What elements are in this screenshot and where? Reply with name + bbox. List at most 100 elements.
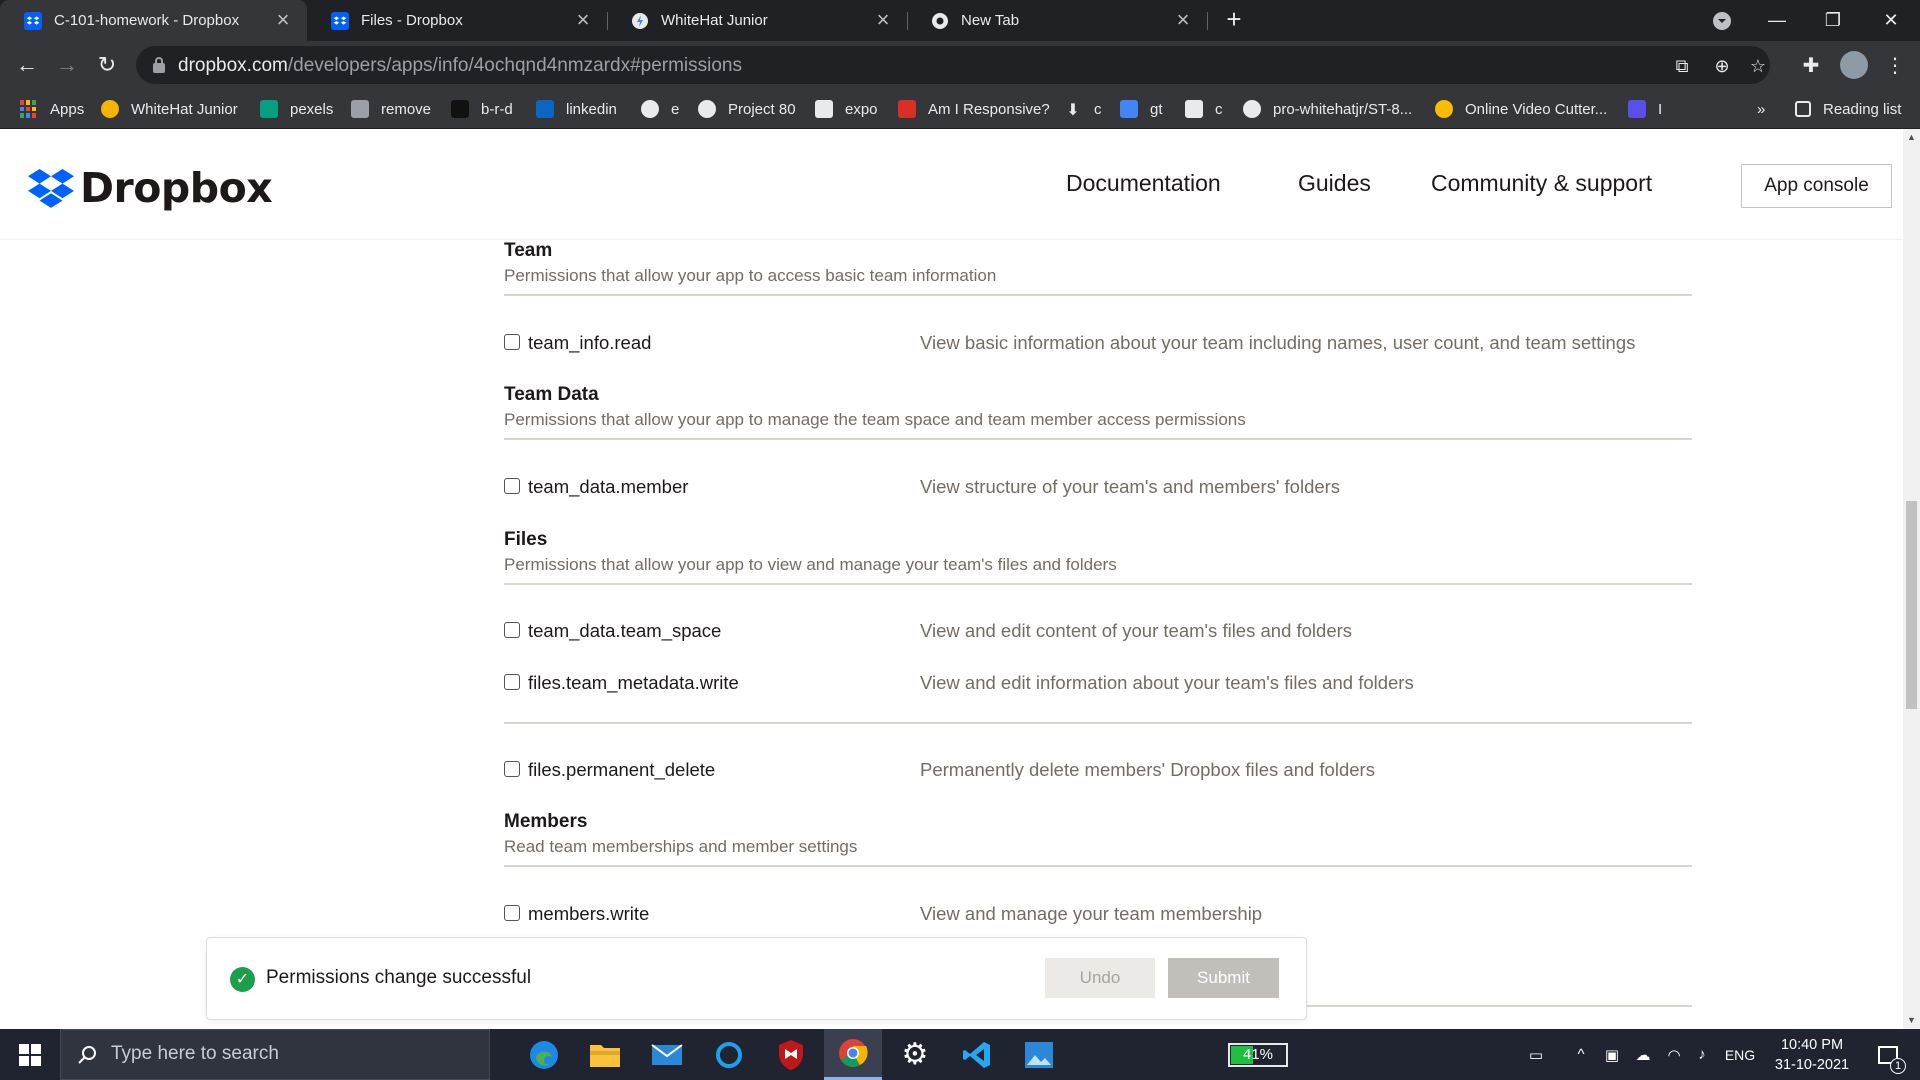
- tab-c101-homework[interactable]: C-101-homework - Dropbox ×: [0, 0, 307, 41]
- clock-date: 31-10-2021: [1774, 1057, 1850, 1073]
- reading-list-icon: [1795, 101, 1811, 117]
- reading-list-button[interactable]: Reading list: [1795, 89, 1901, 129]
- permission-row-team-data-member: team_data.member View structure of your …: [504, 476, 1692, 500]
- permission-checkbox[interactable]: [504, 334, 520, 350]
- chrome-icon: [839, 1039, 868, 1067]
- address-bar[interactable]: dropbox.com/developers/apps/info/4ochqnd…: [136, 46, 1770, 84]
- tab-whitehat-junior[interactable]: WhiteHat Junior ×: [607, 0, 907, 41]
- settings-app[interactable]: ⚙: [886, 1029, 944, 1080]
- close-tab-icon[interactable]: ×: [571, 8, 595, 33]
- lock-icon[interactable]: [152, 56, 166, 74]
- bookmark-app-icon: [1628, 100, 1646, 118]
- photos-app[interactable]: [1010, 1029, 1068, 1080]
- bookmark-item[interactable]: gt: [1120, 89, 1163, 129]
- submit-button[interactable]: Submit: [1168, 958, 1279, 998]
- scroll-down-arrow-icon[interactable]: ▼: [1903, 1012, 1920, 1029]
- edge-app[interactable]: [515, 1029, 573, 1080]
- bookmark-item[interactable]: e: [641, 89, 679, 129]
- restore-icon[interactable]: ❐: [1808, 0, 1858, 41]
- cortana-app[interactable]: [700, 1029, 758, 1080]
- bookmark-item[interactable]: Am I Responsive?: [898, 89, 1050, 129]
- permission-checkbox[interactable]: [504, 622, 520, 638]
- scrollbar-thumb[interactable]: [1906, 501, 1917, 709]
- chrome-app[interactable]: [824, 1029, 882, 1080]
- dropbox-favicon-icon: [331, 11, 349, 30]
- language-indicator[interactable]: ENG: [1720, 1029, 1760, 1080]
- permission-checkbox[interactable]: [504, 905, 520, 921]
- url-text[interactable]: dropbox.com/developers/apps/info/4ochqnd…: [178, 55, 742, 77]
- tab-title: WhiteHat Junior: [661, 12, 768, 29]
- bookmark-item[interactable]: linkedin: [536, 89, 617, 129]
- notification-center[interactable]: 1: [1868, 1029, 1908, 1080]
- permission-checkbox[interactable]: [504, 674, 520, 690]
- bookmark-item[interactable]: WhiteHat Junior: [101, 89, 238, 129]
- bookmark-item[interactable]: c: [1185, 89, 1223, 129]
- show-hidden-icons-chevron-icon[interactable]: ^: [1566, 1029, 1596, 1080]
- taskbar-search[interactable]: Type here to search: [60, 1029, 490, 1080]
- tab-search-icon[interactable]: [1697, 0, 1747, 41]
- meet-now-icon[interactable]: ▣: [1598, 1029, 1626, 1080]
- reload-icon[interactable]: ↻: [91, 49, 123, 81]
- bookmark-item[interactable]: expo: [815, 89, 878, 129]
- mcafee-app[interactable]: [762, 1029, 820, 1080]
- wifi-icon[interactable]: ◠: [1660, 1029, 1688, 1080]
- scroll-up-arrow-icon[interactable]: ▲: [1903, 129, 1920, 146]
- tab-new-tab[interactable]: New Tab ×: [907, 0, 1207, 41]
- extensions-puzzle-icon[interactable]: ✚: [1798, 53, 1824, 79]
- mail-app[interactable]: [638, 1029, 696, 1080]
- onedrive-cloud-icon[interactable]: ☁: [1628, 1029, 1658, 1080]
- edge-icon: [530, 1040, 558, 1069]
- permissions-toast: ✓ Permissions change successful Undo Sub…: [206, 937, 1307, 1020]
- bookmark-item[interactable]: pexels: [260, 89, 333, 129]
- translate-icon[interactable]: ⧉: [1670, 54, 1694, 78]
- new-tab-plus-icon[interactable]: +: [1220, 6, 1248, 34]
- profile-avatar[interactable]: [1840, 51, 1868, 79]
- more-bookmarks-chevron[interactable]: »: [1757, 89, 1765, 129]
- tab-files-dropbox[interactable]: Files - Dropbox ×: [307, 0, 607, 41]
- close-window-icon[interactable]: ✕: [1866, 0, 1916, 41]
- forward-arrow-icon[interactable]: →: [51, 49, 83, 81]
- battery-indicator[interactable]: 41%: [1228, 1043, 1288, 1067]
- bookmark-item[interactable]: Project 80: [698, 89, 796, 129]
- bookmark-item[interactable]: Apps: [20, 89, 84, 129]
- nav-guides[interactable]: Guides: [1298, 170, 1371, 197]
- download-icon: ⬇: [1066, 102, 1080, 119]
- bookmarks-bar: Apps WhiteHat Junior pexels remove b-r-d…: [0, 89, 1920, 129]
- permission-desc: View basic information about your team i…: [920, 332, 1636, 353]
- bookmark-star-icon[interactable]: ☆: [1746, 54, 1770, 78]
- nav-community-support[interactable]: Community & support: [1431, 170, 1652, 197]
- volume-icon[interactable]: ♪: [1688, 1029, 1716, 1080]
- close-tab-icon[interactable]: ×: [1171, 8, 1195, 33]
- permission-row-team-info-read: team_info.read View basic information ab…: [504, 332, 1692, 356]
- tab-title: New Tab: [961, 12, 1020, 29]
- file-explorer-app[interactable]: [576, 1029, 634, 1080]
- bookmark-item[interactable]: ⬇ c: [1064, 89, 1101, 129]
- folder-icon: [590, 1044, 620, 1067]
- gear-icon: ⚙: [901, 1038, 929, 1071]
- permission-name: members.write: [528, 903, 650, 924]
- permission-checkbox[interactable]: [504, 478, 520, 494]
- nav-documentation[interactable]: Documentation: [1066, 170, 1221, 197]
- bookmark-item[interactable]: I: [1628, 89, 1662, 129]
- app-console-button[interactable]: App console: [1741, 164, 1892, 208]
- vscode-app[interactable]: [948, 1029, 1006, 1080]
- permission-checkbox[interactable]: [504, 761, 520, 777]
- divider: [504, 865, 1692, 867]
- bookmark-item[interactable]: Online Video Cutter...: [1435, 89, 1607, 129]
- bookmark-item[interactable]: b-r-d: [451, 89, 513, 129]
- system-clock[interactable]: 10:40 PM 31-10-2021: [1762, 1035, 1862, 1075]
- start-button[interactable]: [0, 1029, 60, 1080]
- bookmark-item[interactable]: remove: [351, 89, 431, 129]
- zoom-icon[interactable]: ⊕: [1710, 54, 1734, 78]
- menu-kebab-icon[interactable]: ⋮: [1882, 53, 1908, 79]
- bookmark-item[interactable]: pro-whitehatjr/ST-8...: [1243, 89, 1412, 129]
- page-scrollbar[interactable]: ▲ ▼: [1903, 129, 1920, 1029]
- close-tab-icon[interactable]: ×: [871, 8, 895, 33]
- tab-title: Files - Dropbox: [361, 12, 463, 29]
- close-tab-icon[interactable]: ×: [271, 8, 295, 33]
- dropbox-logo[interactable]: Dropbox: [28, 164, 273, 212]
- minimize-icon[interactable]: —: [1752, 0, 1802, 41]
- back-arrow-icon[interactable]: ←: [11, 49, 43, 81]
- news-widget-icon[interactable]: ▭: [1518, 1029, 1554, 1080]
- undo-button[interactable]: Undo: [1045, 958, 1155, 998]
